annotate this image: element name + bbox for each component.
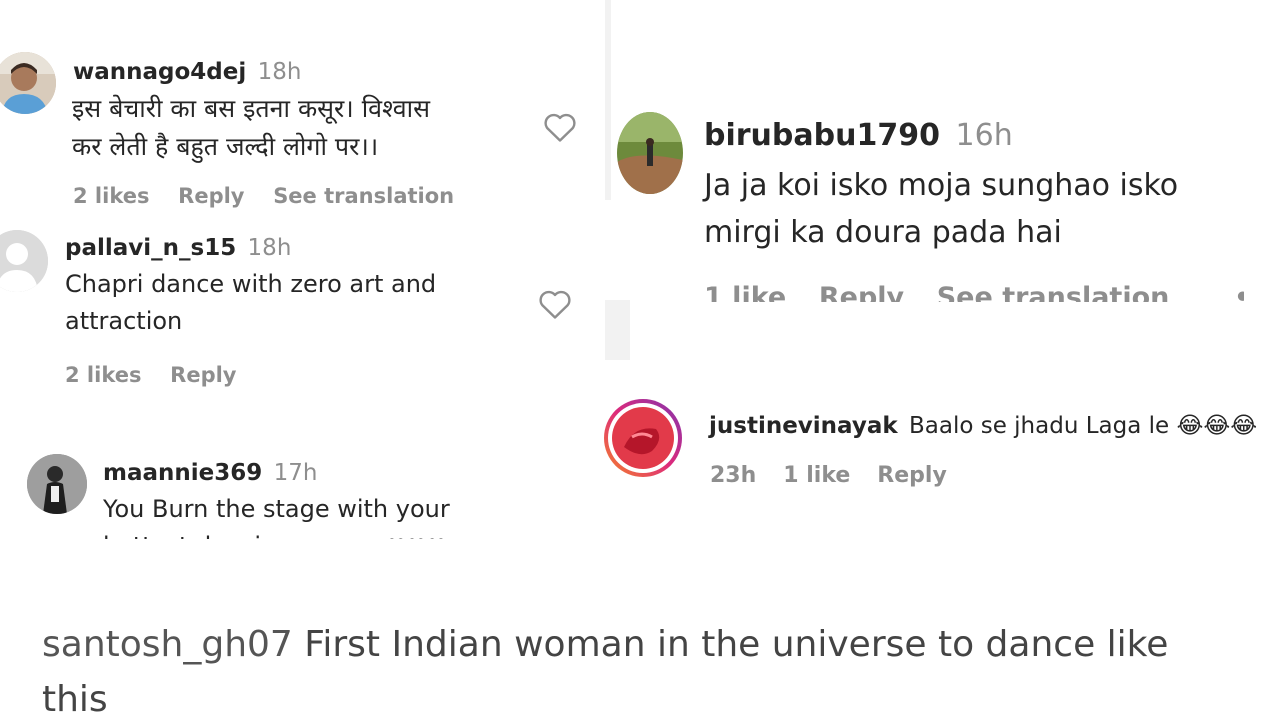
- username[interactable]: wannago4dej: [73, 59, 246, 85]
- likes-count[interactable]: 2 likes: [73, 184, 149, 208]
- default-avatar-icon: [0, 230, 48, 292]
- user-photo-icon: [27, 454, 87, 514]
- see-translation-link[interactable]: See translation: [937, 282, 1170, 302]
- user-photo-icon: [612, 407, 674, 469]
- username[interactable]: santosh_gh07: [42, 624, 293, 665]
- likes-count[interactable]: 2 likes: [65, 363, 141, 387]
- comment-text-line: hottest dancing moves ❤❤❤: [103, 528, 523, 539]
- avatar[interactable]: [27, 454, 87, 514]
- comment-actions-cropped: 1 like Reply See translation •••: [704, 282, 1244, 302]
- comment-text-line: this: [42, 679, 108, 720]
- reply-button[interactable]: Reply: [178, 184, 244, 208]
- comment-text: Chapri dance with zero art and attractio…: [65, 266, 436, 340]
- comment-text-cropped: You Burn the stage with your hottest dan…: [103, 491, 523, 539]
- more-options-icon[interactable]: •••: [1234, 282, 1244, 302]
- comment-text: Baalo se jhadu Laga le 😂😂😂: [908, 413, 1258, 439]
- comment-text-line: कर लेती है बहुत जल्दी लोगो पर।।: [72, 132, 379, 161]
- user-photo-icon: [617, 112, 683, 194]
- reply-button[interactable]: Reply: [877, 463, 947, 488]
- comment-text-line: Ja ja koi isko moja sunghao isko: [704, 168, 1179, 203]
- likes-count[interactable]: 1 like: [704, 282, 786, 302]
- user-photo-icon: [0, 52, 56, 114]
- comment-text: First Indian woman in the universe to da…: [304, 624, 1169, 665]
- avatar[interactable]: [0, 52, 56, 114]
- username[interactable]: justinevinayak: [709, 413, 898, 439]
- see-translation-link[interactable]: See translation: [273, 184, 454, 208]
- timestamp: 16h: [955, 118, 1013, 153]
- comment-text-line: इस बेचारी का बस इतना कसूर। विश्वास: [72, 94, 430, 123]
- comment-santosh_gh07: santosh_gh07 First Indian woman in the u…: [42, 617, 1272, 727]
- timestamp: 17h: [273, 460, 318, 486]
- reply-button[interactable]: Reply: [819, 282, 904, 302]
- timestamp: 18h: [257, 59, 302, 85]
- comment-text-line: You Burn the stage with your: [103, 495, 450, 523]
- avatar[interactable]: [0, 230, 48, 292]
- heart-icon[interactable]: [538, 288, 572, 320]
- avatar[interactable]: [617, 112, 683, 194]
- heart-icon[interactable]: [543, 111, 577, 143]
- reply-button[interactable]: Reply: [170, 363, 236, 387]
- avatar-story-ring[interactable]: [604, 399, 682, 477]
- comment-text: Ja ja koi isko moja sunghao isko mirgi k…: [704, 162, 1178, 256]
- username[interactable]: birubabu1790: [704, 118, 940, 153]
- comment-text: इस बेचारी का बस इतना कसूर। विश्वास कर ले…: [72, 90, 430, 166]
- timestamp: 23h: [710, 463, 757, 488]
- comment-text-line: mirgi ka doura pada hai: [704, 215, 1062, 250]
- timestamp: 18h: [247, 235, 292, 261]
- panel-divider-left-lower: [605, 300, 630, 360]
- username[interactable]: maannie369: [103, 460, 262, 486]
- comment-text-line: Chapri dance with zero art and: [65, 270, 437, 298]
- comment-text-line: attraction: [65, 307, 183, 335]
- username[interactable]: pallavi_n_s15: [65, 235, 236, 261]
- panel-divider-left: [605, 0, 611, 200]
- likes-count[interactable]: 1 like: [783, 463, 850, 488]
